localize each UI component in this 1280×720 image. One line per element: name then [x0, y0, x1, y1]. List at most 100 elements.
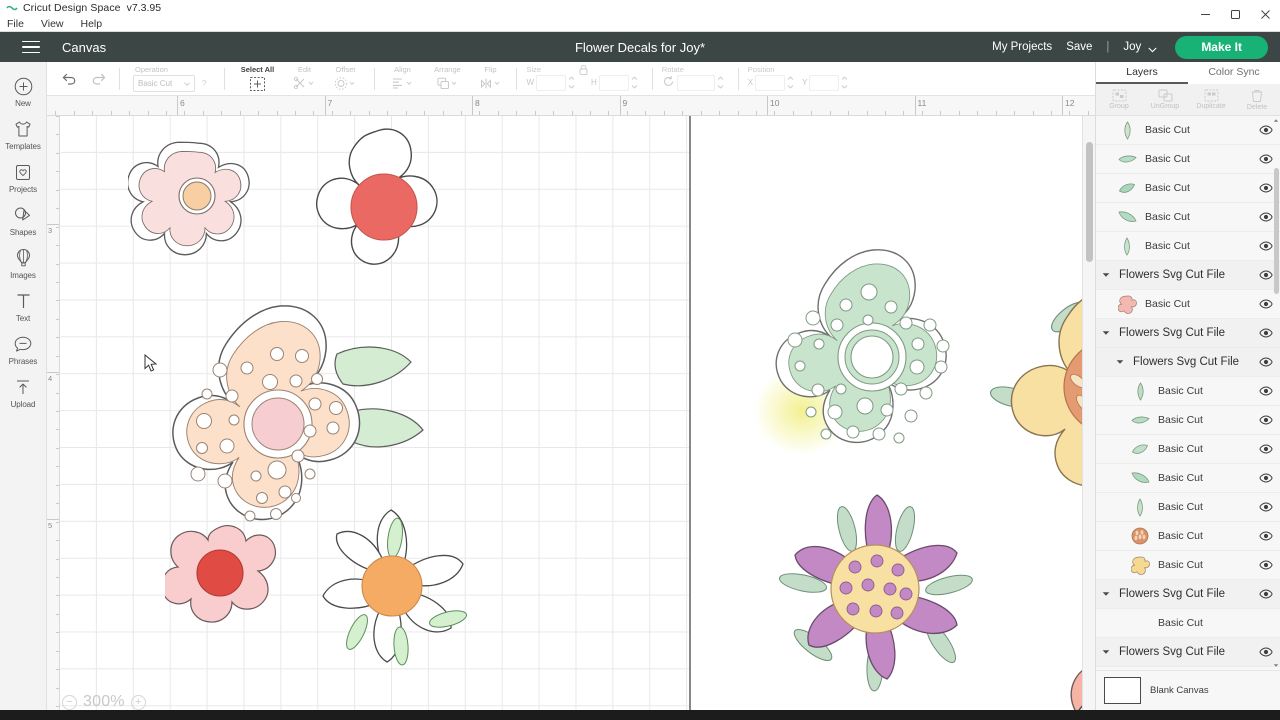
flower-white-daisy-orange[interactable] [310, 506, 480, 676]
redo-icon[interactable] [88, 68, 110, 90]
layer-group-row[interactable]: Flowers Svg Cut File [1096, 580, 1280, 609]
chevron-down-icon[interactable] [1115, 359, 1125, 365]
visibility-eye-icon[interactable] [1258, 181, 1274, 195]
edit-menu-button[interactable]: Edit [286, 63, 322, 95]
layer-row[interactable]: Basic Cut [1096, 116, 1280, 145]
select-all-button[interactable]: Select All [234, 63, 280, 95]
visibility-eye-icon[interactable] [1258, 123, 1274, 137]
visibility-eye-icon[interactable] [1258, 558, 1274, 572]
position-x-field[interactable]: X [748, 74, 794, 91]
delete-button[interactable]: Delete [1234, 84, 1280, 115]
layer-group-row[interactable]: Flowers Svg Cut File [1096, 638, 1280, 667]
save-button[interactable]: Save [1066, 41, 1092, 53]
size-w-stepper[interactable] [568, 76, 575, 89]
zoom-control[interactable]: − 300% + [62, 693, 146, 711]
layer-group-row[interactable]: Flowers Svg Cut File [1096, 348, 1280, 377]
visibility-eye-icon[interactable] [1258, 616, 1274, 630]
duplicate-button[interactable]: Duplicate [1188, 84, 1234, 115]
rotate-input[interactable] [676, 74, 715, 91]
zoom-out-button[interactable]: − [62, 694, 77, 710]
visibility-eye-icon[interactable] [1258, 645, 1274, 659]
sidebar-item-shapes[interactable]: Shapes [0, 199, 47, 242]
lock-icon[interactable] [578, 64, 589, 79]
my-projects-link[interactable]: My Projects [992, 41, 1052, 53]
design-canvas[interactable] [60, 116, 1095, 720]
flower-white-coral-center[interactable] [303, 124, 463, 294]
position-y-input[interactable] [809, 74, 840, 91]
layer-row[interactable]: Basic Cut [1096, 377, 1280, 406]
layer-row[interactable]: Basic Cut [1096, 145, 1280, 174]
sidebar-item-images[interactable]: Images [0, 242, 47, 285]
tab-color-sync[interactable]: Color Sync [1188, 62, 1280, 84]
layer-row[interactable]: Basic Cut [1096, 464, 1280, 493]
visibility-eye-icon[interactable] [1258, 529, 1274, 543]
vertical-scroll-thumb[interactable] [1086, 142, 1093, 262]
sidebar-item-text[interactable]: Text [0, 285, 47, 328]
ungroup-button[interactable]: UnGroup [1142, 84, 1188, 115]
visibility-eye-icon[interactable] [1258, 442, 1274, 456]
flower-pink-peach-center[interactable] [128, 134, 268, 264]
layer-row[interactable]: Basic Cut [1096, 406, 1280, 435]
hamburger-icon[interactable] [22, 40, 40, 54]
make-it-button[interactable]: Make It [1175, 35, 1268, 59]
rotate-stepper[interactable] [717, 76, 724, 89]
position-y-field[interactable]: Y [802, 74, 848, 91]
visibility-eye-icon[interactable] [1258, 587, 1274, 601]
size-h-input[interactable] [598, 74, 629, 91]
visibility-eye-icon[interactable] [1258, 297, 1274, 311]
layer-row[interactable]: Basic Cut [1096, 551, 1280, 580]
layer-group-row[interactable]: Flowers Svg Cut File [1096, 261, 1280, 290]
operation-help-icon[interactable]: ? [202, 79, 206, 88]
align-button[interactable]: Align [384, 63, 420, 95]
sidebar-item-templates[interactable]: Templates [0, 113, 47, 156]
visibility-eye-icon[interactable] [1258, 500, 1274, 514]
menu-file[interactable]: File [5, 18, 26, 30]
machine-selector[interactable]: Joy [1123, 41, 1157, 53]
flower-purple-yellow-center[interactable] [760, 486, 990, 701]
layer-row[interactable]: Basic Cut [1096, 522, 1280, 551]
menu-view[interactable]: View [39, 18, 66, 30]
offset-button[interactable]: Offset [326, 63, 364, 95]
flower-pink-red-center[interactable] [165, 521, 280, 631]
close-icon[interactable] [1250, 0, 1280, 28]
layer-row[interactable]: Basic Cut [1096, 174, 1280, 203]
undo-icon[interactable] [57, 68, 79, 90]
layers-scroll-up-icon[interactable] [1271, 116, 1280, 125]
sidebar-item-new[interactable]: New [0, 70, 47, 113]
sidebar-item-upload[interactable]: Upload [0, 371, 47, 414]
visibility-eye-icon[interactable] [1258, 471, 1274, 485]
flower-yellow-seeded-center[interactable] [975, 271, 1095, 501]
layer-row[interactable]: Basic Cut [1096, 609, 1280, 638]
layer-row[interactable]: Basic Cut [1096, 232, 1280, 261]
operation-select[interactable]: Basic Cut [133, 75, 195, 92]
flower-green-polkadot-ring[interactable] [750, 246, 1000, 481]
layers-list[interactable]: Basic Cut Basic Cut Basic Cut Basic Cut Basi… [1096, 116, 1280, 670]
layer-row[interactable]: Basic Cut [1096, 203, 1280, 232]
layers-scroll-down-icon[interactable] [1271, 661, 1280, 670]
rotate-field[interactable] [662, 74, 724, 91]
size-h-stepper[interactable] [631, 76, 638, 89]
visibility-eye-icon[interactable] [1258, 355, 1274, 369]
layer-group-row[interactable]: Flowers Svg Cut File [1096, 319, 1280, 348]
chevron-down-icon[interactable] [1101, 591, 1111, 597]
minimize-icon[interactable] [1190, 0, 1220, 28]
maximize-icon[interactable] [1220, 0, 1250, 28]
position-y-stepper[interactable] [841, 76, 848, 89]
sidebar-item-phrases[interactable]: Phrases [0, 328, 47, 371]
size-w-input[interactable] [536, 74, 567, 91]
tab-layers[interactable]: Layers [1096, 62, 1188, 84]
layer-row[interactable]: Basic Cut [1096, 493, 1280, 522]
layer-row[interactable]: Basic Cut [1096, 290, 1280, 319]
layer-row[interactable]: Basic Cut [1096, 435, 1280, 464]
layers-scroll-thumb[interactable] [1274, 168, 1279, 294]
sidebar-item-projects[interactable]: Projects [0, 156, 47, 199]
position-x-stepper[interactable] [787, 76, 794, 89]
menu-help[interactable]: Help [79, 18, 105, 30]
flip-button[interactable]: Flip [472, 63, 508, 95]
chevron-down-icon[interactable] [1101, 649, 1111, 655]
blank-canvas-swatch[interactable] [1104, 677, 1141, 704]
chevron-down-icon[interactable] [1101, 272, 1111, 278]
vertical-scrollbar[interactable] [1082, 116, 1095, 720]
visibility-eye-icon[interactable] [1258, 268, 1274, 282]
visibility-eye-icon[interactable] [1258, 384, 1274, 398]
